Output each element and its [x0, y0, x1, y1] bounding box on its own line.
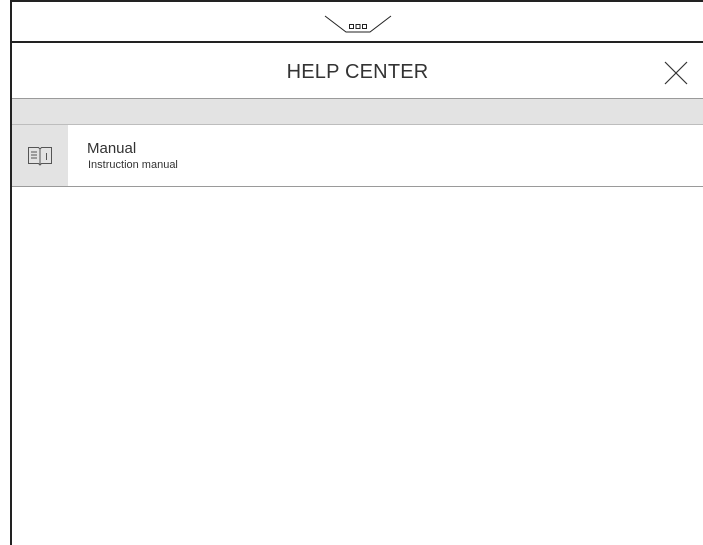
drawer-strip: [12, 2, 703, 41]
close-icon: [664, 61, 688, 85]
header-bar: HELP CENTER: [12, 43, 703, 98]
book-icon: [28, 147, 52, 166]
list-item-title: Manual: [87, 140, 137, 157]
help-center-screen: HELP CENTER Manual Instruction manual: [0, 0, 703, 545]
help-center-panel: HELP CENTER Manual Instruction manual: [12, 2, 703, 545]
list-item-manual[interactable]: Manual Instruction manual: [12, 125, 703, 186]
page-title: HELP CENTER: [286, 61, 429, 83]
section-header-band: [12, 99, 703, 124]
more-horizontal-icon: [324, 15, 392, 33]
list-item-divider: [12, 186, 703, 187]
drawer-handle-button[interactable]: [322, 12, 394, 36]
close-button[interactable]: [662, 59, 690, 87]
list-item-subtitle: Instruction manual: [88, 159, 178, 171]
list-item-icon-box: [12, 125, 68, 186]
